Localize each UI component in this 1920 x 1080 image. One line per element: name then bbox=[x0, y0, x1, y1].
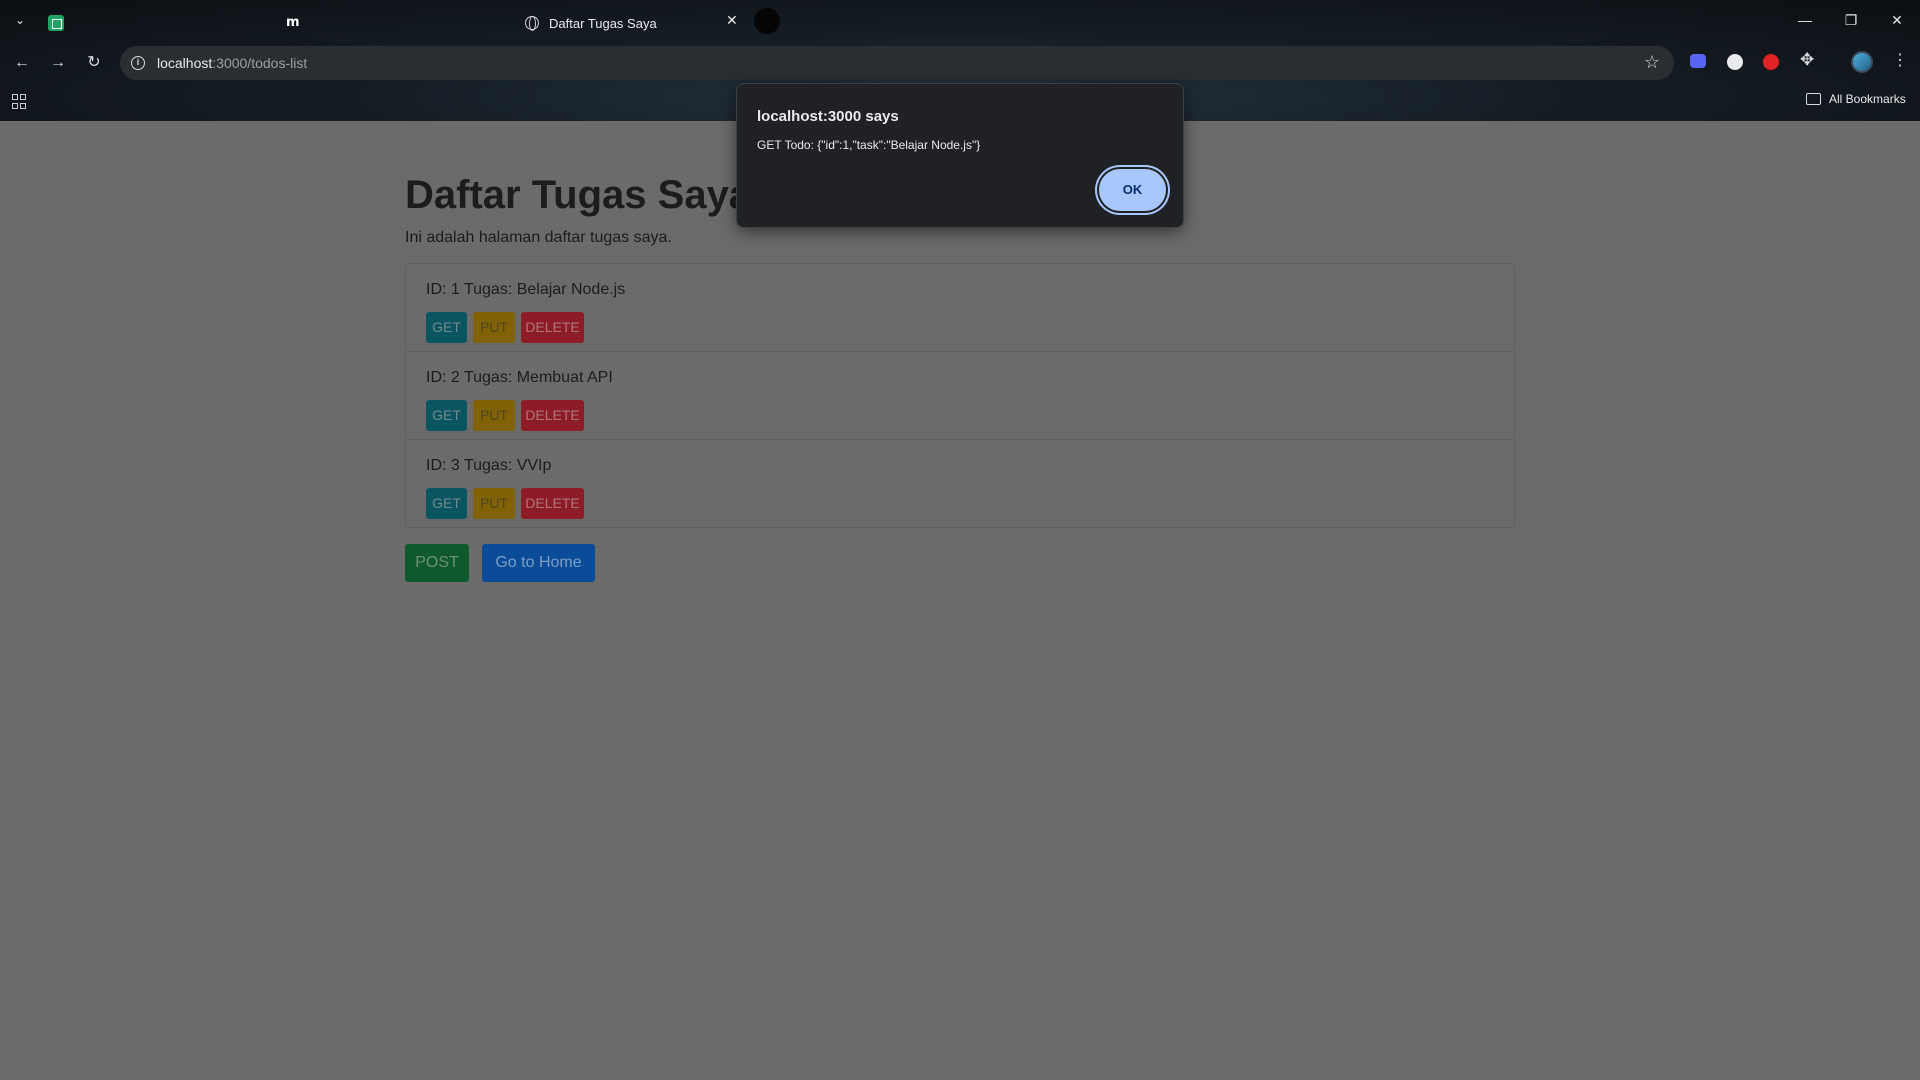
delete-button[interactable]: DELETE bbox=[521, 400, 584, 431]
profile-avatar[interactable] bbox=[1851, 51, 1873, 73]
folder-icon[interactable] bbox=[1806, 93, 1821, 105]
delete-button[interactable]: DELETE bbox=[521, 488, 584, 519]
delete-button[interactable]: DELETE bbox=[521, 312, 584, 343]
globe-icon bbox=[525, 16, 539, 31]
toolbar: ← → ↻ i localhost:3000/todos-list ☆ bbox=[0, 42, 1920, 84]
dialog-message: GET Todo: {"id":1,"task":"Belajar Node.j… bbox=[757, 138, 981, 152]
post-button[interactable]: POST bbox=[405, 544, 469, 582]
todo-item: ID: 1 Tugas: Belajar Node.js GET PUT DEL… bbox=[406, 264, 1514, 352]
get-button[interactable]: GET bbox=[426, 312, 467, 343]
page-content: Daftar Tugas Saya Ini adalah halaman daf… bbox=[0, 121, 1920, 1080]
address-bar[interactable]: i localhost:3000/todos-list ☆ bbox=[120, 46, 1674, 80]
extensions-puzzle-icon[interactable]: ✥ bbox=[1800, 50, 1820, 70]
todo-container: Daftar Tugas Saya Ini adalah halaman daf… bbox=[405, 171, 1515, 582]
bookmark-star-icon[interactable]: ☆ bbox=[1644, 52, 1660, 73]
get-button[interactable]: GET bbox=[426, 488, 467, 519]
todo-item: ID: 3 Tugas: VVIp GET PUT DELETE bbox=[406, 440, 1514, 527]
tab-m-app[interactable]: m bbox=[286, 4, 300, 42]
m-logo-icon: m bbox=[286, 15, 300, 30]
go-home-button[interactable]: Go to Home bbox=[482, 544, 595, 582]
minimize-icon[interactable]: — bbox=[1790, 8, 1820, 32]
sheets-icon bbox=[48, 15, 64, 31]
forward-icon[interactable]: → bbox=[46, 51, 70, 75]
back-icon[interactable]: ← bbox=[10, 51, 34, 75]
put-button[interactable]: PUT bbox=[473, 400, 515, 431]
get-button[interactable]: GET bbox=[426, 400, 467, 431]
tab-search-chevron-icon[interactable]: ⌄ bbox=[10, 10, 30, 30]
site-info-icon[interactable]: i bbox=[131, 56, 145, 70]
url-text[interactable]: localhost:3000/todos-list bbox=[157, 55, 307, 71]
discord-extension-icon[interactable] bbox=[1690, 54, 1706, 68]
menu-kebab-icon[interactable]: ⋮ bbox=[1892, 50, 1908, 70]
tab-title: Daftar Tugas Saya bbox=[549, 15, 657, 31]
todo-text: ID: 1 Tugas: Belajar Node.js bbox=[426, 281, 626, 298]
red-extension-icon[interactable] bbox=[1763, 54, 1779, 70]
todo-text: ID: 2 Tugas: Membuat API bbox=[426, 369, 613, 386]
apps-grid-icon[interactable] bbox=[12, 94, 28, 110]
ok-button[interactable]: OK bbox=[1099, 169, 1166, 211]
tab-bar: ⌄ m Daftar Tugas Saya ✕ — ❐ ✕ bbox=[0, 0, 1920, 42]
all-bookmarks-label[interactable]: All Bookmarks bbox=[1829, 92, 1906, 106]
todo-item: ID: 2 Tugas: Membuat API GET PUT DELETE bbox=[406, 352, 1514, 440]
tab-sheets[interactable] bbox=[48, 4, 64, 42]
put-button[interactable]: PUT bbox=[473, 488, 515, 519]
tab-close-icon[interactable]: ✕ bbox=[726, 12, 738, 29]
dialog-title: localhost:3000 says bbox=[757, 108, 899, 125]
todo-text: ID: 3 Tugas: VVIp bbox=[426, 457, 552, 474]
tab-indicator bbox=[754, 8, 780, 34]
globe-extension-icon[interactable] bbox=[1727, 54, 1743, 70]
page-subtitle: Ini adalah halaman daftar tugas saya. bbox=[405, 229, 672, 246]
reload-icon[interactable]: ↻ bbox=[82, 51, 106, 75]
close-window-icon[interactable]: ✕ bbox=[1882, 8, 1912, 32]
restore-icon[interactable]: ❐ bbox=[1836, 8, 1866, 32]
tab-daftar-tugas[interactable]: Daftar Tugas Saya bbox=[525, 4, 657, 42]
todo-list: ID: 1 Tugas: Belajar Node.js GET PUT DEL… bbox=[405, 263, 1515, 528]
put-button[interactable]: PUT bbox=[473, 312, 515, 343]
